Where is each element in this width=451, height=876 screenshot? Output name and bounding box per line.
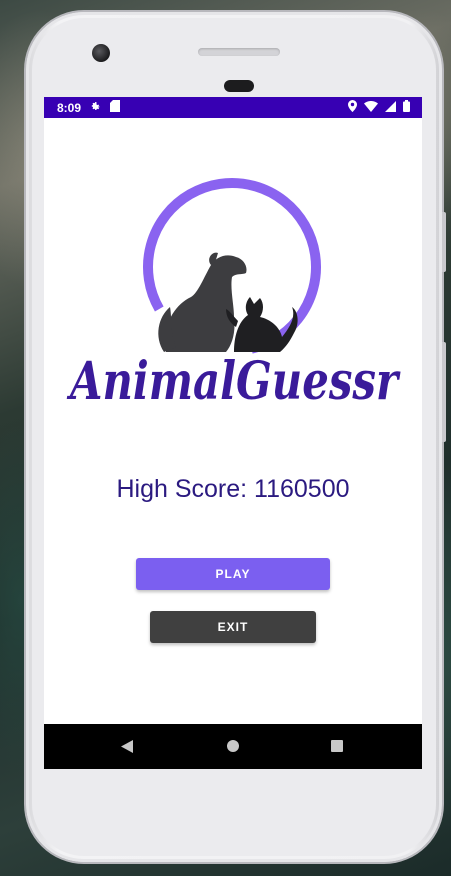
high-score-label: High Score: 1160500: [116, 475, 350, 503]
logo-wordmark: AnimalGuessr: [66, 351, 401, 412]
signal-icon: [385, 100, 396, 115]
status-time: 8:09: [57, 100, 82, 115]
volume-button[interactable]: [442, 342, 446, 442]
exit-button[interactable]: EXIT: [150, 611, 316, 643]
front-camera: [92, 44, 110, 62]
sim-card-icon: [110, 100, 121, 115]
dog-icon: [158, 252, 247, 352]
navigation-bar: [44, 724, 422, 769]
earpiece: [224, 80, 254, 92]
recent-apps-icon[interactable]: [331, 740, 343, 752]
play-button[interactable]: PLAY: [136, 558, 330, 590]
app-screen: 8:09 AnimalGuessr High Score: 1160500 PL…: [44, 97, 422, 769]
gear-icon: [90, 101, 101, 115]
wifi-icon: [364, 100, 378, 115]
top-speaker-grille: [198, 48, 280, 56]
app-logo: AnimalGuessr: [66, 177, 402, 427]
power-button[interactable]: [442, 212, 446, 272]
home-icon[interactable]: [227, 740, 239, 752]
location-icon: [348, 100, 357, 115]
back-icon[interactable]: [121, 740, 133, 758]
battery-icon: [403, 100, 410, 115]
status-bar: 8:09: [44, 97, 422, 118]
